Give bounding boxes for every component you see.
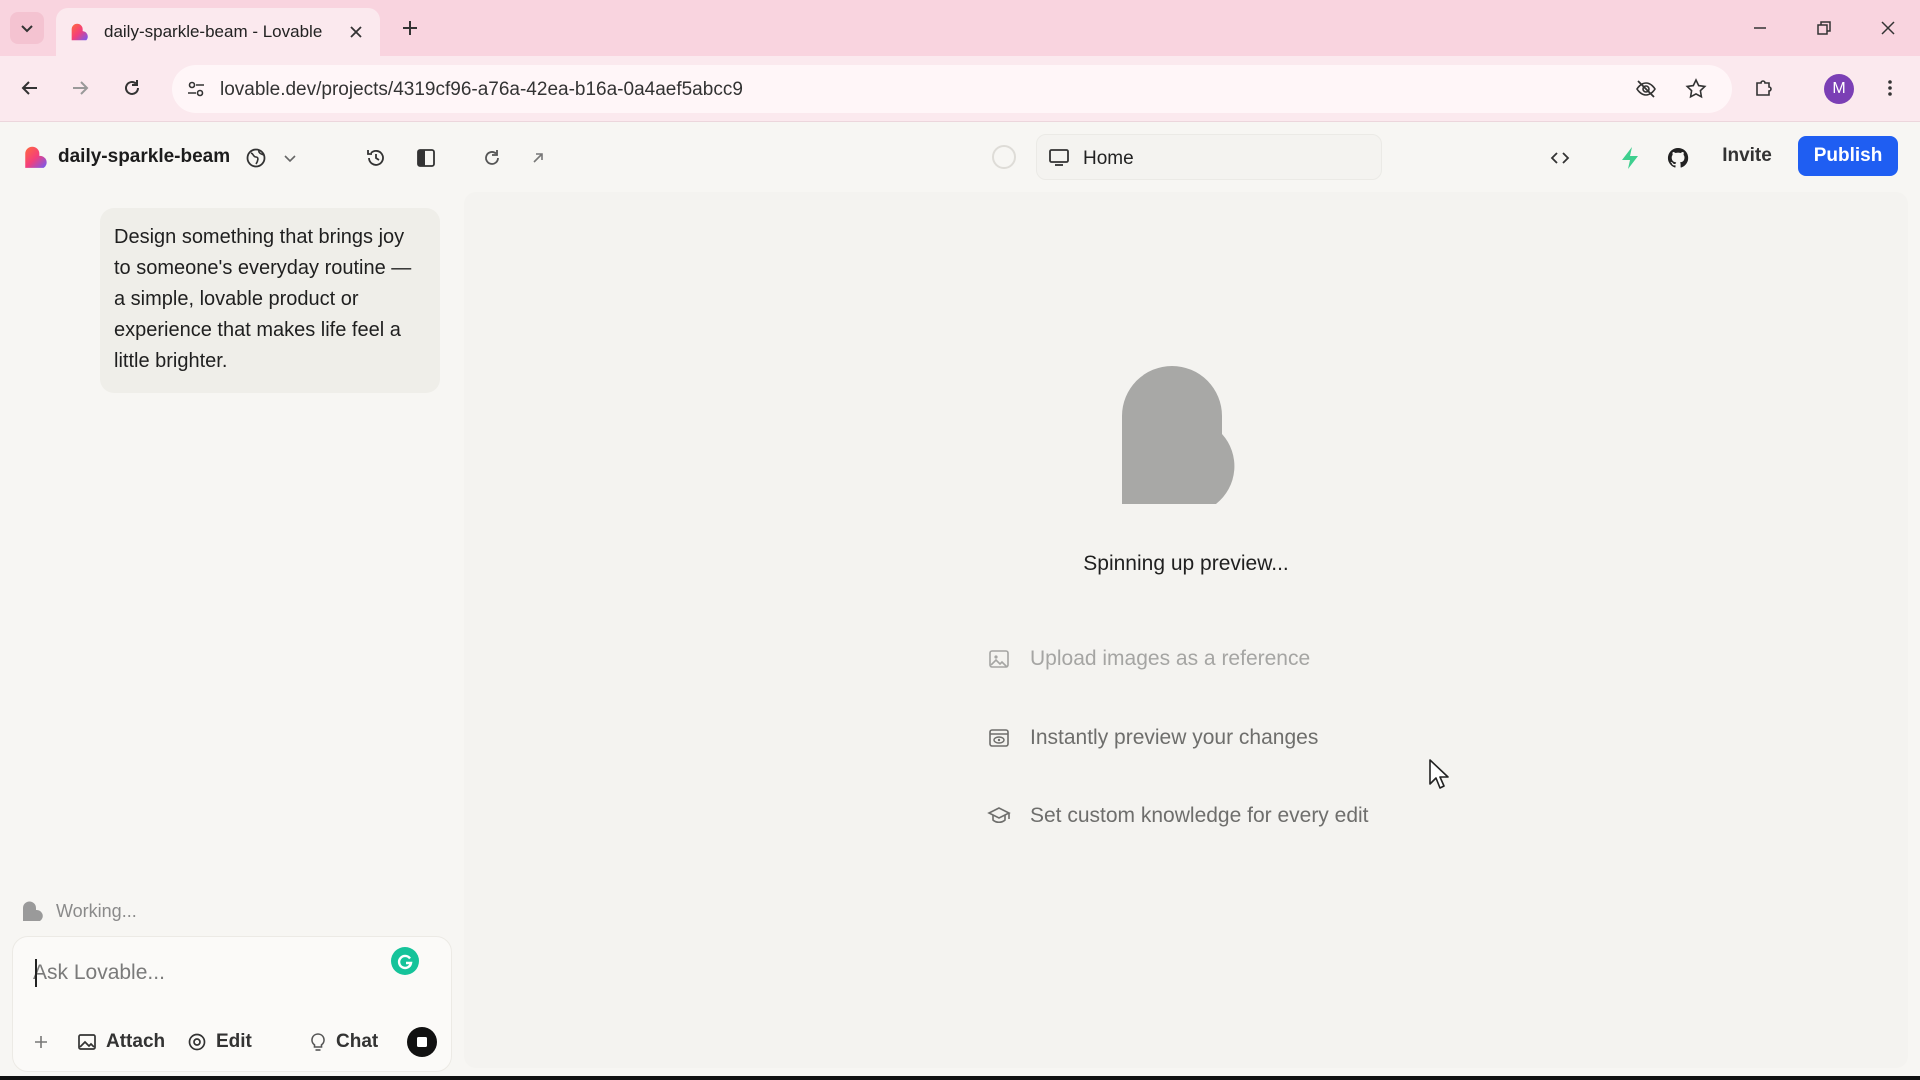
chat-label: Chat — [336, 1031, 379, 1052]
user-prompt-message: Design something that brings joy to some… — [100, 208, 440, 393]
tip-text: Upload images as a reference — [1030, 647, 1311, 670]
graduation-cap-icon — [986, 803, 1012, 829]
chat-composer: Attach Edit Chat — [12, 936, 452, 1072]
attach-label: Attach — [106, 1031, 166, 1052]
open-external-icon[interactable] — [522, 142, 554, 174]
extensions-button[interactable] — [1746, 70, 1782, 106]
forward-button[interactable] — [62, 70, 98, 106]
lovable-heart-placeholder-icon — [1122, 366, 1235, 504]
chevron-down-icon — [21, 25, 33, 33]
profile-avatar[interactable]: M — [1824, 74, 1854, 104]
site-info-icon[interactable] — [182, 75, 210, 103]
ask-lovable-input[interactable] — [33, 955, 373, 991]
close-window-button[interactable] — [1868, 12, 1908, 44]
lovable-logo-icon[interactable] — [22, 144, 48, 170]
edit-button[interactable]: Edit — [187, 1027, 252, 1057]
puzzle-icon — [1756, 80, 1772, 96]
agent-status: Working... — [20, 898, 137, 924]
attach-button[interactable]: Attach — [77, 1027, 165, 1057]
image-icon — [986, 646, 1012, 672]
browser-tab-active[interactable]: daily-sparkle-beam - Lovable — [56, 8, 380, 56]
lovable-favicon-icon — [71, 23, 88, 41]
minimize-icon — [1754, 27, 1766, 29]
stop-generation-button[interactable] — [407, 1027, 437, 1057]
eye-off-icon[interactable] — [1632, 75, 1660, 103]
project-name[interactable]: daily-sparkle-beam — [58, 146, 230, 168]
github-icon[interactable] — [1662, 142, 1694, 174]
tip-custom-knowledge: Set custom knowledge for every edit — [986, 799, 1369, 833]
restore-icon — [1817, 21, 1831, 35]
bookmark-star-icon[interactable] — [1682, 75, 1710, 103]
url-text: lovable.dev/projects/4319cf96-a76a-42ea-… — [220, 79, 743, 100]
browser-tabstrip: daily-sparkle-beam - Lovable — [0, 0, 1920, 56]
arrow-left-icon — [21, 81, 37, 95]
chat-mode-button[interactable]: Chat — [309, 1027, 378, 1057]
reload-button[interactable] — [114, 70, 150, 106]
new-tab-button[interactable] — [396, 14, 424, 42]
grammarly-icon[interactable] — [391, 947, 419, 975]
browser-toolbar: lovable.dev/projects/4319cf96-a76a-42ea-… — [0, 56, 1920, 122]
tab-search-button[interactable] — [10, 12, 44, 44]
back-button[interactable] — [12, 70, 48, 106]
route-label: Home — [1083, 148, 1134, 169]
target-icon — [188, 1033, 206, 1051]
preview-status-text: Spinning up preview... — [1083, 552, 1289, 575]
working-status-text: Working... — [56, 900, 137, 921]
tab-close-icon[interactable] — [344, 20, 368, 44]
history-icon[interactable] — [360, 142, 392, 174]
plus-icon — [35, 1036, 47, 1048]
more-vertical-icon — [1888, 80, 1892, 96]
sidebar-toggle-icon[interactable] — [410, 142, 442, 174]
reload-icon — [125, 80, 139, 95]
preview-window-icon — [986, 725, 1012, 751]
edit-label: Edit — [216, 1031, 252, 1052]
restore-button[interactable] — [1804, 12, 1844, 44]
loading-circle-icon — [988, 141, 1020, 173]
monitor-icon — [1043, 141, 1075, 173]
lovable-heart-icon — [23, 901, 43, 921]
tip-instant-preview: Instantly preview your changes — [986, 721, 1318, 755]
chat-panel: Design something that brings joy to some… — [0, 192, 462, 1080]
arrow-right-icon — [73, 81, 89, 95]
chevron-down-icon[interactable] — [274, 142, 306, 174]
refresh-preview-icon[interactable] — [476, 142, 508, 174]
publish-button[interactable]: Publish — [1798, 136, 1898, 176]
bottom-edge — [0, 1076, 1920, 1080]
globe-icon[interactable] — [240, 142, 272, 174]
close-icon — [1881, 21, 1895, 35]
tip-text: Set custom knowledge for every edit — [1030, 804, 1369, 827]
tip-upload-images: Upload images as a reference — [986, 642, 1310, 676]
add-button[interactable] — [33, 1027, 49, 1057]
tip-text: Instantly preview your changes — [1030, 726, 1319, 749]
plus-icon — [403, 21, 417, 35]
mouse-pointer-icon — [1429, 759, 1449, 789]
preview-panel: Spinning up preview... Upload images as … — [464, 192, 1908, 1068]
supabase-bolt-icon[interactable] — [1614, 142, 1646, 174]
tab-title: daily-sparkle-beam - Lovable — [104, 22, 323, 41]
minimize-button[interactable] — [1740, 12, 1780, 44]
address-bar[interactable]: lovable.dev/projects/4319cf96-a76a-42ea-… — [172, 65, 1732, 113]
code-icon[interactable] — [1544, 142, 1576, 174]
text-cursor — [35, 959, 37, 987]
image-icon — [78, 1034, 96, 1050]
browser-menu-button[interactable] — [1872, 70, 1908, 106]
route-selector[interactable]: Home — [1036, 134, 1382, 180]
stop-icon — [417, 1037, 427, 1047]
lightbulb-icon — [311, 1033, 325, 1051]
app-header: daily-sparkle-beam Home Invite Publish — [0, 122, 1920, 192]
invite-button[interactable]: Invite — [1706, 136, 1788, 176]
